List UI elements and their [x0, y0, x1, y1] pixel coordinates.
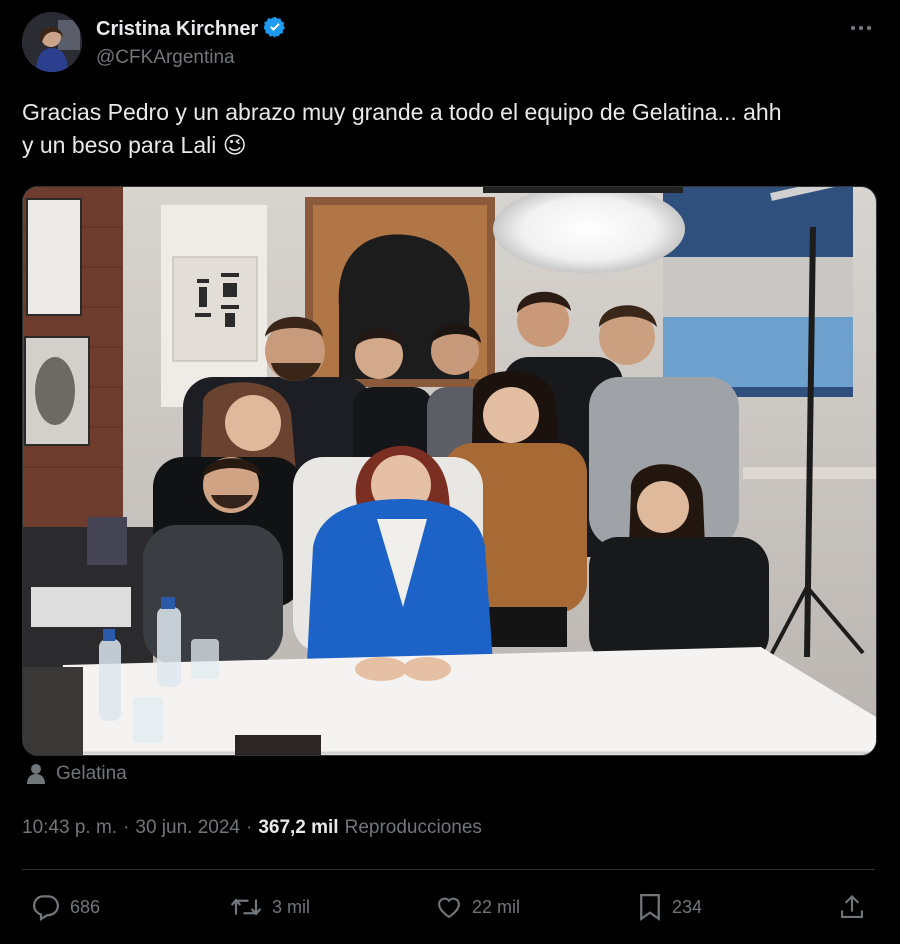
tweet-time[interactable]: 10:43 p. m.: [22, 817, 117, 839]
tweet-photo[interactable]: [22, 186, 877, 756]
author-handle[interactable]: @CFKArgentina: [96, 47, 235, 69]
reply-button[interactable]: 686: [30, 885, 100, 929]
like-count: 22 mil: [472, 896, 521, 917]
views-label: Reproducciones: [344, 817, 482, 838]
share-button[interactable]: [838, 885, 866, 929]
tweet-date[interactable]: 30 jun. 2024: [135, 817, 240, 839]
retweet-count: 3 mil: [272, 896, 311, 917]
bookmark-icon: [640, 894, 660, 922]
retweet-icon: [230, 898, 262, 916]
divider: [22, 869, 875, 870]
tweet-text: Gracias Pedro y un abrazo muy grande a t…: [22, 96, 882, 162]
author-name-row[interactable]: Cristina Kirchner: [96, 16, 286, 43]
reply-icon: [32, 895, 60, 922]
like-button[interactable]: 22 mil: [434, 885, 520, 929]
views-count: 367,2 mil: [258, 817, 339, 838]
author-display-name[interactable]: Cristina Kirchner: [96, 18, 258, 41]
reply-count: 686: [70, 896, 101, 917]
tweet-meta: 10:43 p. m. · 30 jun. 2024 · 367,2 mil R…: [22, 817, 482, 839]
action-bar: 686 3 mil 22 mil 234: [22, 885, 875, 929]
more-icon: [850, 25, 872, 31]
location-label[interactable]: Gelatina: [56, 763, 127, 785]
share-icon: [841, 895, 863, 918]
tweet: Cristina Kirchner @CFKArgentina Gracias …: [0, 0, 900, 944]
meta-separator: ·: [123, 817, 130, 838]
bookmark-count: 234: [672, 896, 703, 917]
avatar[interactable]: [22, 12, 82, 72]
bookmark-button[interactable]: 234: [636, 885, 702, 929]
more-options-button[interactable]: [846, 16, 876, 40]
verified-badge-icon: [263, 16, 286, 43]
tweet-text-line-2-text: y un beso para Lali: [22, 132, 217, 158]
person-icon: [27, 764, 45, 784]
location-tag[interactable]: Gelatina: [26, 763, 127, 785]
photo-illustration: [23, 187, 876, 755]
wink-emoji-icon: 😉: [222, 132, 247, 158]
meta-separator-2: ·: [245, 817, 253, 838]
retweet-button[interactable]: 3 mil: [228, 885, 310, 929]
tweet-text-line-1: Gracias Pedro y un abrazo muy grande a t…: [22, 99, 782, 125]
tweet-text-line-2: y un beso para Lali 😉: [22, 129, 882, 162]
heart-icon: [438, 897, 460, 919]
